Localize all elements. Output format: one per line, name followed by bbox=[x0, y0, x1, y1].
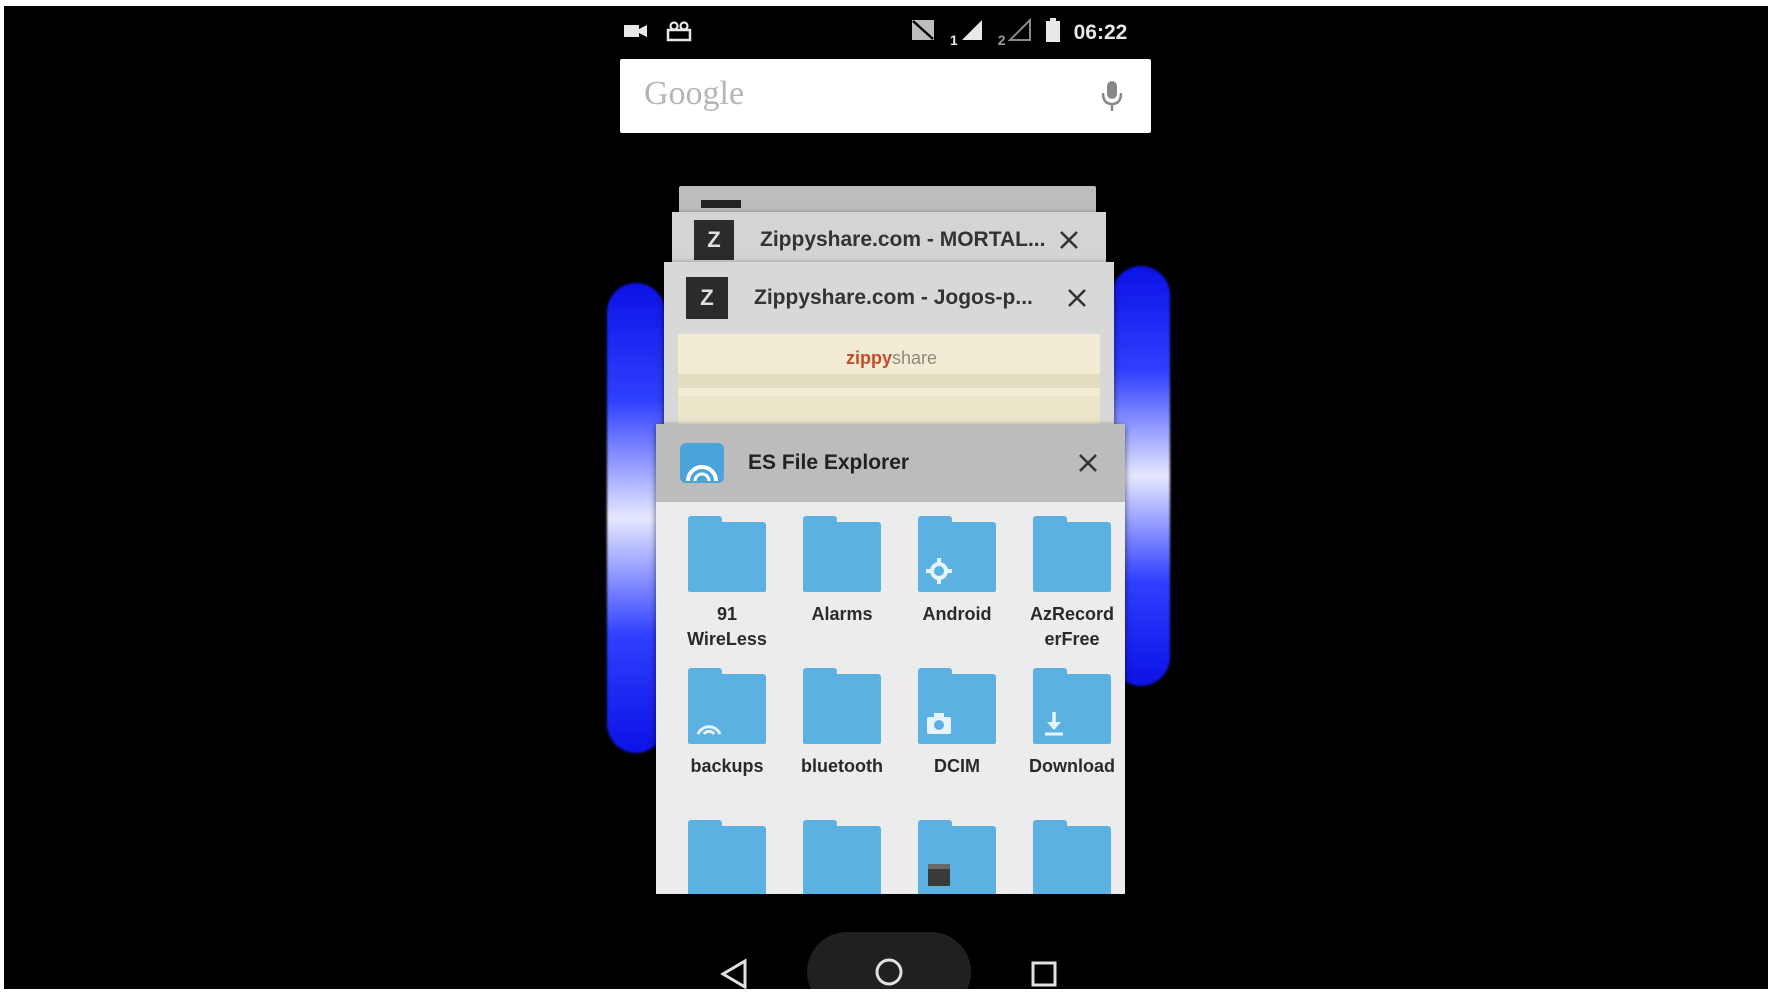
phone-screen: 1 2 06:22 Google Z Zippyshare.com - MORT… bbox=[4, 6, 1768, 989]
battery-icon bbox=[1045, 18, 1060, 48]
zippyshare-app-icon: Z bbox=[694, 220, 734, 260]
status-time: 06:22 bbox=[1073, 21, 1128, 44]
folder-icon bbox=[918, 516, 996, 592]
folder-label: Android bbox=[922, 604, 992, 624]
recent-task-card-zippyshare-jogos[interactable]: Z Zippyshare.com - Jogos-p... zippyshare bbox=[664, 262, 1114, 432]
google-logo: Google bbox=[644, 75, 745, 112]
sim2-label: 2 bbox=[997, 32, 1006, 48]
thumbnail-content-strip bbox=[678, 396, 1100, 424]
status-bar-right: 1 2 06:22 bbox=[910, 17, 1128, 48]
zippyshare-brand: zippyshare bbox=[846, 348, 938, 368]
sim1-signal: 1 bbox=[950, 18, 984, 48]
back-triangle-icon[interactable] bbox=[710, 950, 758, 989]
folder-download[interactable]: Download bbox=[1017, 668, 1125, 779]
folder-alarms[interactable]: Alarms bbox=[787, 516, 897, 627]
card-thumbnail: zippyshare bbox=[678, 334, 1100, 424]
folder-android[interactable]: Android bbox=[902, 516, 1012, 627]
folder-azrecorderfree[interactable]: AzRecord erFree bbox=[1017, 516, 1125, 652]
sim1-label: 1 bbox=[950, 32, 958, 48]
folder-icon bbox=[688, 820, 766, 894]
folder-label: Download bbox=[1029, 756, 1115, 776]
folder-icon bbox=[918, 668, 996, 744]
close-icon[interactable] bbox=[1073, 448, 1103, 478]
video-camera-icon bbox=[624, 23, 648, 44]
folder-icon bbox=[803, 668, 881, 744]
folder-label: DCIM bbox=[934, 756, 980, 776]
folder-icon bbox=[918, 820, 996, 894]
es-file-explorer-icon bbox=[680, 443, 724, 483]
google-search-bar[interactable]: Google bbox=[620, 59, 1151, 133]
folder-icon bbox=[688, 668, 766, 744]
card-title: Zippyshare.com - MORTAL... bbox=[760, 228, 1046, 251]
download-icon bbox=[1045, 712, 1063, 736]
sim2-signal-icon bbox=[1007, 17, 1032, 48]
thumbnail-menu-strip bbox=[678, 374, 1100, 388]
card-title: Zippyshare.com - Jogos-p... bbox=[754, 286, 1033, 309]
sim1-signal-icon bbox=[960, 18, 984, 48]
close-icon[interactable] bbox=[1062, 283, 1092, 313]
card-header-bar bbox=[701, 200, 741, 208]
folder-icon bbox=[1033, 820, 1111, 894]
folder-91-wireless[interactable]: 91 WireLess bbox=[672, 516, 782, 652]
folder-label: 91 WireLess bbox=[687, 604, 767, 649]
folder-unlabeled[interactable] bbox=[1017, 820, 1125, 894]
folder-unlabeled[interactable] bbox=[672, 820, 782, 894]
movie-icon bbox=[928, 864, 950, 886]
folder-backups[interactable]: backups bbox=[672, 668, 782, 779]
folder-icon bbox=[1033, 516, 1111, 592]
folder-bluetooth[interactable]: bluetooth bbox=[787, 668, 897, 779]
close-icon[interactable] bbox=[1054, 225, 1084, 255]
folder-unlabeled[interactable] bbox=[787, 820, 897, 894]
sim2-signal: 2 bbox=[997, 17, 1032, 48]
folder-label: backups bbox=[690, 756, 764, 776]
folder-icon bbox=[803, 820, 881, 894]
folder-icon bbox=[1033, 668, 1111, 744]
recent-task-card-es-file-explorer[interactable]: ES File Explorer 91 WireLess Alarms Andro… bbox=[656, 424, 1125, 894]
no-sim-icon bbox=[910, 19, 936, 47]
gear-icon bbox=[926, 558, 952, 584]
navigation-bar bbox=[4, 924, 1768, 989]
microphone-icon[interactable] bbox=[1101, 79, 1123, 118]
card-title: ES File Explorer bbox=[748, 451, 910, 474]
folder-dcim[interactable]: DCIM bbox=[902, 668, 1012, 779]
camera-icon bbox=[927, 713, 951, 734]
folder-label: Alarms bbox=[811, 604, 873, 624]
notification-icon bbox=[666, 20, 692, 47]
folder-label: AzRecord erFree bbox=[1029, 604, 1114, 649]
zippyshare-app-icon: Z bbox=[686, 277, 728, 319]
status-bar-left bbox=[624, 20, 692, 47]
folder-unlabeled[interactable] bbox=[902, 820, 1012, 894]
folder-icon bbox=[803, 516, 881, 592]
backup-icon bbox=[696, 725, 722, 736]
folder-icon bbox=[688, 516, 766, 592]
recents-square-icon[interactable] bbox=[1020, 950, 1068, 989]
home-circle-icon[interactable] bbox=[807, 932, 971, 989]
folder-label: bluetooth bbox=[801, 756, 883, 776]
